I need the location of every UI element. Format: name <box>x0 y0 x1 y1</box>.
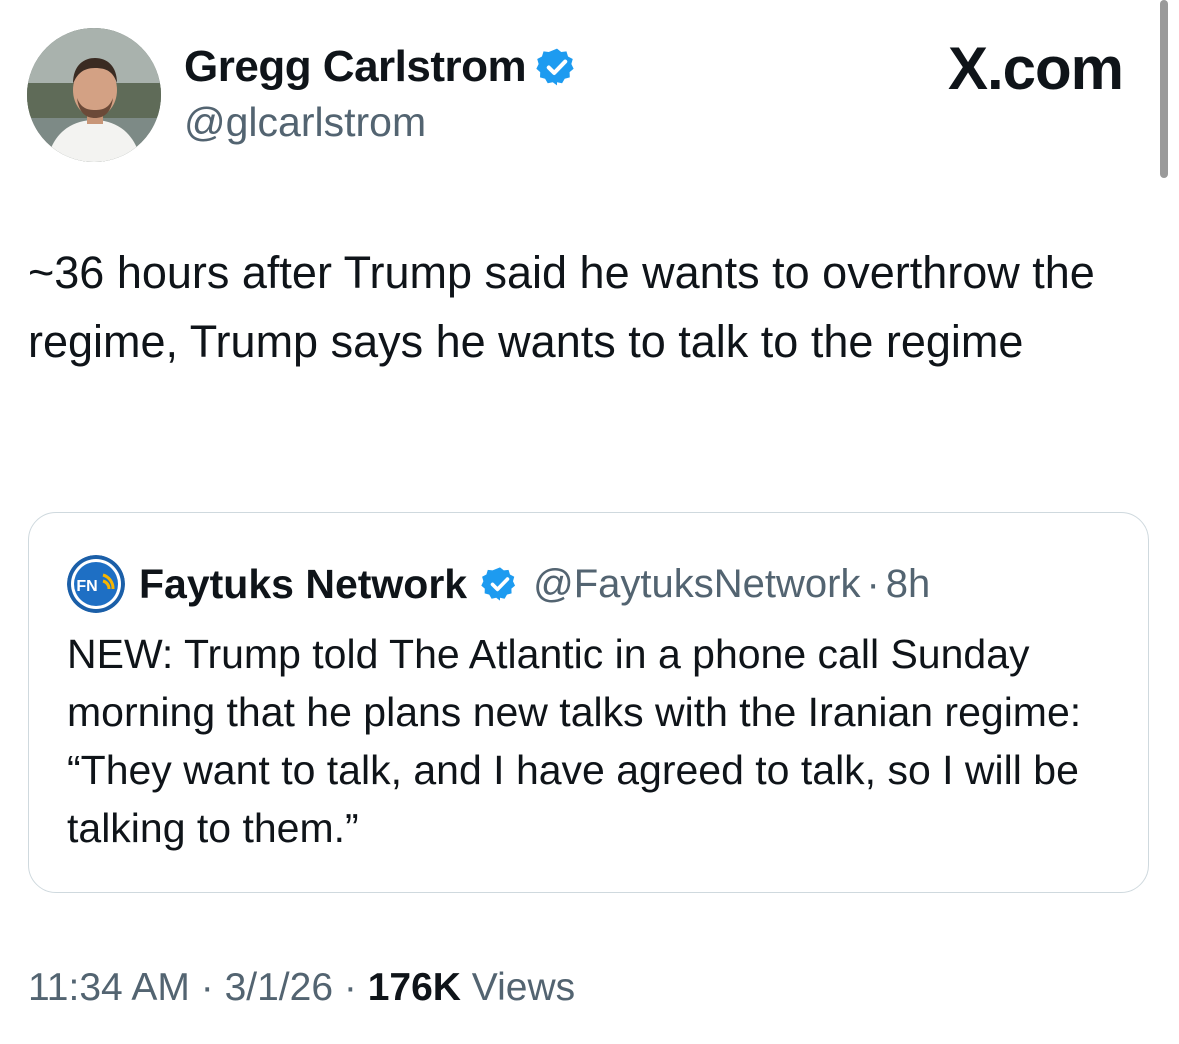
tweet-time[interactable]: 11:34 AM <box>28 966 190 1009</box>
quoted-tweet-card[interactable]: FN Faytuks Network @FaytuksNetwork · 8h … <box>28 512 1149 893</box>
author-name-row: Gregg Carlstrom <box>184 40 578 94</box>
faytuks-logo-icon[interactable]: FN <box>67 555 125 613</box>
separator-dot: · <box>200 966 214 1009</box>
quoted-author-name[interactable]: Faytuks Network <box>139 561 467 608</box>
author-avatar[interactable] <box>27 28 161 162</box>
verified-badge-icon <box>536 46 578 88</box>
svg-text:FN: FN <box>76 578 97 595</box>
views-count[interactable]: 176K <box>368 966 461 1009</box>
tweet-meta: 11:34 AM · 3/1/26 · 176K Views <box>28 966 575 1010</box>
quoted-author-handle[interactable]: @FaytuksNetwork <box>533 562 860 607</box>
separator-dot: · <box>866 561 880 606</box>
author-handle[interactable]: @glcarlstrom <box>184 98 426 146</box>
quoted-tweet-header: FN Faytuks Network @FaytuksNetwork · 8h <box>67 555 930 613</box>
author-name[interactable]: Gregg Carlstrom <box>184 40 527 94</box>
separator-dot: · <box>343 966 357 1009</box>
avatar-photo <box>27 28 161 162</box>
quoted-tweet-age[interactable]: 8h <box>886 562 931 607</box>
quoted-tweet-text: NEW: Trump told The Atlantic in a phone … <box>67 631 1082 851</box>
verified-badge-icon <box>481 565 519 603</box>
scrollbar[interactable] <box>1160 0 1168 178</box>
brand-watermark: X.com <box>947 35 1124 102</box>
tweet-date[interactable]: 3/1/26 <box>225 966 333 1009</box>
views-label: Views <box>471 966 576 1009</box>
tweet-text: ~36 hours after Trump said he wants to o… <box>28 247 1095 367</box>
